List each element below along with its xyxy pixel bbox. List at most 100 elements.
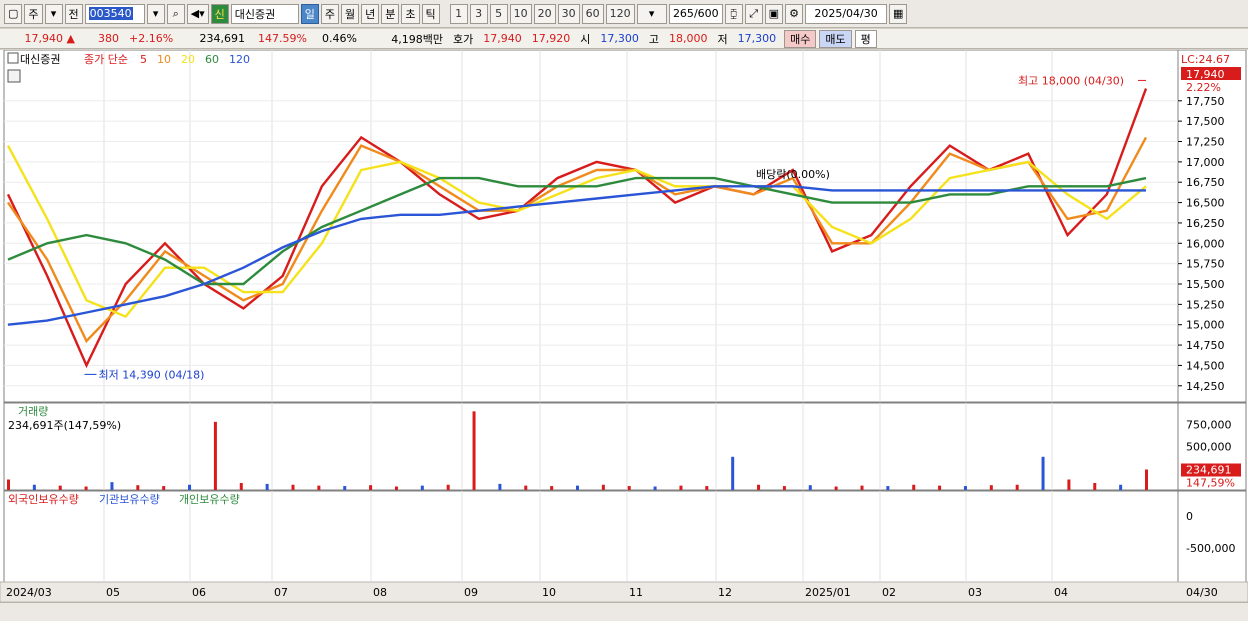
date-field[interactable]: 2025/04/30	[805, 3, 888, 24]
sell-button[interactable]: 매도	[819, 29, 852, 48]
volume-bar	[963, 486, 967, 490]
price-tick-label: 14,750	[1186, 339, 1225, 352]
interval-buttons: 1 3 5 10 20 30 60 120	[449, 3, 635, 24]
holder-tick-label: -500,000	[1186, 542, 1235, 555]
price-tick-label: 17,000	[1186, 156, 1225, 169]
low-marker-label: 최저 14,390 (04/18)	[98, 368, 204, 381]
volume-bar	[576, 485, 579, 490]
bar-count-field[interactable]: 265/600	[668, 3, 723, 24]
interval-dropdown[interactable]: ▾	[636, 3, 667, 24]
chevron-down-icon[interactable]: ▾	[146, 3, 165, 24]
stock-name-field[interactable]: 대신증권	[230, 3, 299, 24]
x-tick-label: 2025/01	[805, 586, 851, 599]
eval-button[interactable]: 평	[854, 29, 877, 48]
period-week-button[interactable]: 주	[24, 3, 43, 24]
interval-60[interactable]: 60	[581, 3, 604, 24]
volume-bar	[912, 484, 916, 490]
grid-toggle-icon	[7, 69, 21, 83]
toolbar: ▢ 주 ▾ 전 003540 ▾ ⌕ ◀▾ 신 대신증권 일주월년분초틱 135…	[0, 0, 1248, 28]
bid-label: 호가	[453, 32, 474, 46]
x-tick-label: 03	[968, 586, 982, 599]
volume-bar	[989, 485, 993, 490]
volume-bar	[808, 485, 812, 490]
volume-bar	[213, 421, 217, 490]
volume-bar	[420, 485, 424, 490]
search-icon[interactable]: ⌕	[166, 3, 185, 24]
volume-bar	[472, 411, 476, 490]
x-tick-label: 02	[882, 586, 896, 599]
stock-code-input[interactable]: 003540	[84, 3, 145, 24]
tab-1[interactable]: 주	[320, 3, 340, 24]
volume-bar	[653, 486, 657, 490]
volume-bar	[1093, 483, 1097, 490]
x-tick-label: 06	[192, 586, 206, 599]
volume-bar	[1015, 484, 1019, 490]
price-tick-label: 15,250	[1186, 298, 1225, 311]
open-price: 17,300	[600, 32, 639, 45]
legend-period-10: 10	[157, 53, 171, 66]
calendar-icon[interactable]: ▦	[889, 3, 908, 24]
volume-bar	[731, 456, 735, 490]
candle-icon[interactable]: ⧮	[724, 3, 743, 24]
panel-1	[3, 50, 1179, 403]
save-icon[interactable]: ▣	[764, 3, 784, 24]
last-price-label: 17,940	[1186, 68, 1225, 81]
price-tick-label: 16,750	[1186, 176, 1225, 189]
volume-bar	[938, 485, 942, 490]
interval-120[interactable]: 120	[605, 3, 635, 24]
prev-button[interactable]: 전	[64, 3, 83, 24]
tab-3[interactable]: 년	[361, 3, 380, 24]
bar-count: 265	[672, 7, 694, 20]
legend-period-120: 120	[229, 53, 250, 66]
volume-bar	[239, 483, 243, 490]
legend-ma-label: 종가 단순	[84, 53, 128, 66]
low-label: 저	[717, 32, 728, 46]
interval-10[interactable]: 10	[509, 3, 532, 24]
stock-code-value: 003540	[88, 7, 133, 20]
x-axis-last-label: 04/30	[1186, 586, 1218, 599]
interval-3[interactable]: 3	[469, 3, 488, 24]
volume-title: 거래량	[18, 405, 48, 418]
current-price: 17,940 ▲	[24, 32, 75, 45]
change-value: 380	[98, 32, 119, 45]
interval-30[interactable]: 30	[557, 3, 580, 24]
tab-6[interactable]: 틱	[421, 3, 440, 24]
volume-bar	[498, 483, 502, 490]
tab-0[interactable]: 일	[300, 3, 319, 24]
price-tick-label: 14,250	[1186, 380, 1225, 393]
volume-tick-label: 500,000	[1186, 440, 1232, 453]
gear-icon[interactable]: ⚙	[785, 3, 804, 24]
buy-button[interactable]: 매수	[784, 29, 817, 48]
tab-5[interactable]: 초	[401, 3, 420, 24]
x-tick-label: 05	[106, 586, 120, 599]
draw-icon[interactable]: ⤢	[744, 3, 763, 24]
ex-dividend-label: 배당락(0.00%)	[756, 168, 830, 181]
last-pct-label: 2.22%	[1186, 81, 1221, 94]
price-tick-label: 14,500	[1186, 359, 1225, 372]
volume-bar	[84, 486, 88, 490]
volume-bar	[886, 486, 890, 490]
holder-legend-1: 기관보유수량	[99, 493, 160, 506]
status-bar	[0, 602, 1248, 621]
interval-5[interactable]: 5	[489, 3, 508, 24]
volume-bar	[343, 486, 347, 490]
high-price: 18,000	[669, 32, 708, 45]
volume-bar	[834, 486, 838, 490]
price-tick-label: 15,000	[1186, 319, 1225, 332]
volume-bar	[705, 486, 709, 490]
volume-bar	[58, 485, 62, 490]
chevron-down-icon[interactable]: ▾	[44, 3, 63, 24]
speaker-icon[interactable]: ◀▾	[186, 3, 209, 24]
ask-price: 17,940	[483, 32, 522, 45]
stock-chart[interactable]: 2024/03 05 06 07 08 09 10 11 12 2025/01 02 03 04 04/3…	[0, 50, 1248, 602]
interval-20[interactable]: 20	[533, 3, 556, 24]
volume-bar	[162, 486, 166, 490]
volume-bar	[7, 479, 10, 490]
tab-2[interactable]: 월	[341, 3, 360, 24]
holder-tick-label: 0	[1186, 510, 1193, 523]
interval-1[interactable]: 1	[449, 3, 468, 24]
window-icon[interactable]: ▢	[4, 3, 23, 24]
turnover: 0.46%	[322, 32, 357, 45]
volume-bar	[1041, 456, 1045, 490]
tab-4[interactable]: 분	[381, 3, 400, 24]
